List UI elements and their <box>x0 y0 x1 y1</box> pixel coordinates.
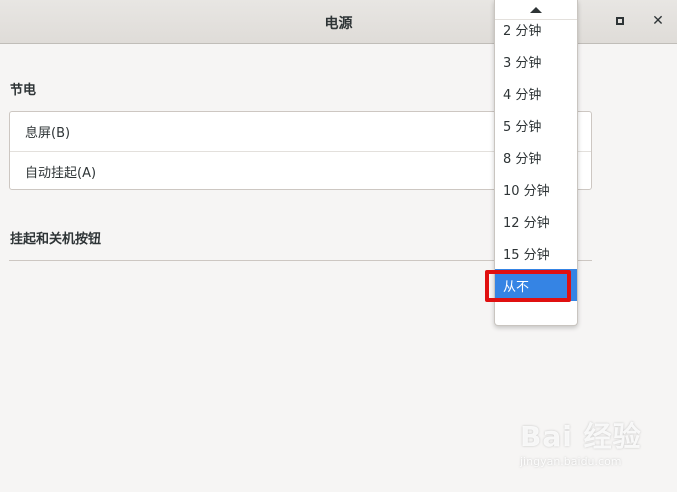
watermark-url: jingyan.baidu.com <box>520 455 622 468</box>
maximize-button[interactable] <box>609 10 631 32</box>
option-5-min[interactable]: 5 分钟 <box>495 109 577 141</box>
option-15-min[interactable]: 15 分钟 <box>495 237 577 269</box>
option-3-min[interactable]: 3 分钟 <box>495 45 577 77</box>
close-icon: ✕ <box>652 13 664 29</box>
option-2-min[interactable]: 2 分钟 <box>495 13 577 45</box>
maximize-icon <box>616 17 624 25</box>
option-8-min[interactable]: 8 分钟 <box>495 141 577 173</box>
watermark-logo: Bai 经验 jingyan.baidu.com <box>520 415 660 475</box>
close-button[interactable]: ✕ <box>647 10 669 32</box>
chevron-up-icon <box>530 6 542 13</box>
watermark-text: Bai 经验 <box>520 420 642 453</box>
option-12-min[interactable]: 12 分钟 <box>495 205 577 237</box>
auto-suspend-label: 自动挂起(A) <box>25 165 97 181</box>
buttons-section-title: 挂起和关机按钮 <box>10 232 102 247</box>
blank-screen-label: 息屏(B) <box>25 126 71 141</box>
power-settings-window: 电源 ✕ 节电 息屏(B) 自动挂起(A) 挂起和关机按钮 2 分钟 3 分钟 … <box>0 0 677 492</box>
option-4-min[interactable]: 4 分钟 <box>495 77 577 109</box>
annotation-highlight <box>485 270 571 302</box>
power-saving-section-title: 节电 <box>10 83 37 98</box>
option-10-min[interactable]: 10 分钟 <box>495 173 577 205</box>
